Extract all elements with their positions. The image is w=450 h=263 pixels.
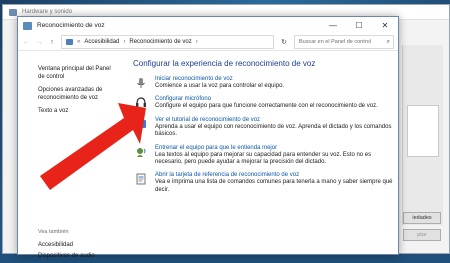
train-computer-link[interactable]: Entrenar el equipo para que le entienda … xyxy=(155,145,393,151)
refresh-icon[interactable]: ↻ xyxy=(279,38,289,46)
page-title: Configurar la experiencia de reconocimie… xyxy=(133,59,316,68)
background-panel-box xyxy=(407,105,439,157)
control-panel-icon xyxy=(9,8,17,16)
background-panel xyxy=(402,45,443,225)
window-titlebar[interactable]: Reconocimiento de voz — ☐ ✕ xyxy=(18,17,398,34)
breadcrumb-item-accesibilidad[interactable]: Accesibilidad xyxy=(84,39,119,45)
tutorial-link[interactable]: Ver el tutorial de reconocimiento de voz xyxy=(155,117,393,123)
sidebar-item-home[interactable]: Ventana principal del Panel de control xyxy=(38,65,118,81)
breadcrumb-chevron-icon[interactable]: › xyxy=(123,39,125,45)
task-item: Ver el tutorial de reconocimiento de voz… xyxy=(133,117,393,139)
start-speech-link[interactable]: Iniciar reconocimiento de voz xyxy=(155,76,393,82)
up-arrow-icon[interactable]: ↑ xyxy=(48,39,56,46)
task-description: Vea e imprima una lista de comandos comu… xyxy=(155,179,393,193)
speaker-training-icon xyxy=(135,146,147,158)
back-arrow-icon[interactable]: ← xyxy=(22,39,30,46)
background-window-title: Hardware y sonido xyxy=(22,9,73,15)
sidebar-item-advanced[interactable]: Opciones avanzadas de reconocimiento de … xyxy=(38,86,118,102)
sidebar: Ventana principal del Panel de control O… xyxy=(18,51,118,259)
microphone-icon xyxy=(135,77,147,89)
task-description: Lea textos al equipo para mejorar su cap… xyxy=(155,151,372,166)
minimize-button[interactable]: — xyxy=(320,17,346,34)
breadcrumb[interactable]: « Accesibilidad › Reconocimiento de voz … xyxy=(61,35,274,49)
maximize-button[interactable]: ☐ xyxy=(346,17,372,34)
see-also-links: Accesibilidad Dispositivos de audio xyxy=(38,241,118,263)
search-placeholder: Buscar en el Panel de control xyxy=(299,39,371,45)
control-panel-icon xyxy=(23,21,32,30)
properties-button[interactable]: iedades xyxy=(403,212,441,224)
breadcrumb-overflow[interactable]: « xyxy=(77,39,80,45)
configure-microphone-link[interactable]: Configurar micrófono xyxy=(155,96,393,102)
sidebar-item-tts[interactable]: Texto a voz xyxy=(38,107,118,115)
task-description: Comience a usar la voz para controlar el… xyxy=(155,83,285,89)
reference-card-icon xyxy=(135,173,147,185)
see-also-title: Vea también xyxy=(38,229,69,235)
task-item: Configurar micrófono Configure el equipo… xyxy=(133,96,393,110)
speech-recognition-window: Reconocimiento de voz — ☐ ✕ ← → ↑ « Acce… xyxy=(17,16,399,259)
window-title: Reconocimiento de voz xyxy=(37,22,105,29)
task-item: Abrir la tarjeta de referencia de recono… xyxy=(133,172,393,194)
reference-card-link[interactable]: Abrir la tarjeta de referencia de recono… xyxy=(155,172,393,178)
window-content: Ventana principal del Panel de control O… xyxy=(18,51,398,259)
main-panel: Configurar la experiencia de reconocimie… xyxy=(133,59,393,200)
search-input[interactable]: Buscar en el Panel de control ⌕ xyxy=(294,35,394,49)
headset-icon xyxy=(135,97,147,109)
task-description: Aprenda a usar el equipo con reconocimie… xyxy=(155,123,392,138)
control-panel-icon xyxy=(66,39,73,45)
forward-arrow-icon[interactable]: → xyxy=(35,39,43,46)
task-item: Iniciar reconocimiento de voz Comience a… xyxy=(133,76,393,90)
task-description: Configure el equipo para que funcione co… xyxy=(155,103,378,110)
sidebar-item-audio-devices[interactable]: Dispositivos de audio xyxy=(38,252,118,260)
breadcrumb-chevron-icon[interactable]: › xyxy=(196,39,198,45)
close-button[interactable]: ✕ xyxy=(372,17,398,34)
breadcrumb-item-speech[interactable]: Reconocimiento de voz xyxy=(129,39,191,45)
address-bar: ← → ↑ « Accesibilidad › Reconocimiento d… xyxy=(18,34,398,51)
search-icon[interactable]: ⌕ xyxy=(387,39,390,46)
video-icon xyxy=(135,118,147,130)
accept-button[interactable]: ptar xyxy=(403,229,441,241)
task-item: Entrenar el equipo para que le entienda … xyxy=(133,145,393,167)
sidebar-item-accessibility[interactable]: Accesibilidad xyxy=(38,241,118,249)
